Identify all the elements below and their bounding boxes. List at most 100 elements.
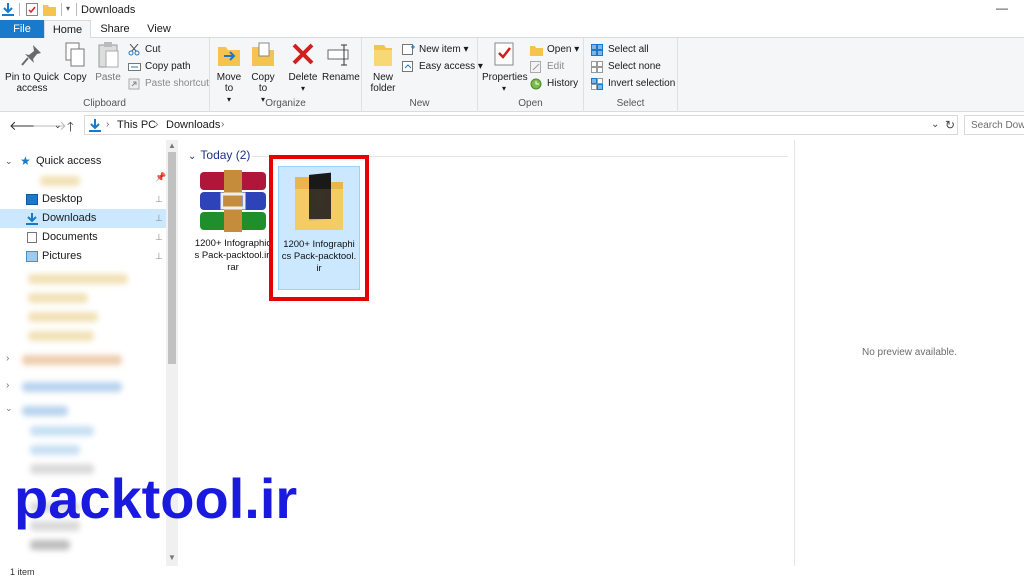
file-item-rar[interactable]: 1200+ Infographics Pack-packtool.ir.rar bbox=[192, 166, 274, 290]
blurred-item bbox=[28, 274, 128, 284]
refresh-icon[interactable]: ↻ bbox=[945, 118, 955, 132]
organize-group-label: Organize bbox=[265, 98, 306, 109]
invert-selection-button[interactable]: Invert selection bbox=[591, 76, 675, 92]
delete-label: Delete bbox=[288, 72, 318, 83]
address-dropdown-icon[interactable]: ⌄ bbox=[931, 119, 939, 130]
winrar-archive-icon bbox=[200, 170, 266, 232]
copy-to-icon bbox=[250, 41, 276, 69]
sidebar-item-desktop[interactable]: Desktop ⊥ bbox=[0, 190, 166, 209]
sidebar-item-downloads[interactable]: Downloads ⊥ bbox=[0, 209, 166, 228]
copy-path-button[interactable]: Copy path bbox=[128, 59, 191, 75]
scissors-icon bbox=[128, 43, 141, 56]
nav-scrollbar-thumb[interactable] bbox=[168, 152, 176, 364]
breadcrumb-this-pc[interactable]: This PC bbox=[117, 119, 156, 131]
pin-icon: ⊥ bbox=[155, 213, 163, 223]
properties-button[interactable]: Properties ▾ bbox=[482, 41, 528, 94]
new-group: New folder New item ▾ Easy access ▾ New bbox=[362, 38, 483, 112]
watermark-text: packtool.ir bbox=[14, 467, 298, 530]
delete-x-icon bbox=[290, 41, 316, 69]
select-none-button[interactable]: Select none bbox=[591, 59, 661, 75]
ribbon: Pin to Quick access Copy Paste Cut Copy … bbox=[0, 38, 1024, 112]
paste-button[interactable]: Paste bbox=[93, 41, 123, 83]
tab-view[interactable]: View bbox=[140, 20, 178, 38]
search-input[interactable] bbox=[965, 116, 1024, 134]
group-header-label: Today (2) bbox=[200, 148, 251, 162]
new-folder-icon[interactable] bbox=[43, 3, 56, 16]
scroll-up-icon[interactable]: ▲ bbox=[168, 141, 176, 150]
chevron-down-icon[interactable]: ⌄ bbox=[188, 151, 196, 162]
tab-share[interactable]: Share bbox=[95, 20, 135, 38]
minimize-button[interactable]: — bbox=[996, 1, 1008, 15]
move-to-label: Move to bbox=[216, 72, 242, 94]
nav-quick-access[interactable]: ⌄ ★ Quick access bbox=[0, 152, 166, 171]
delete-button[interactable]: Delete ▾ bbox=[288, 41, 318, 94]
move-to-button[interactable]: Move to ▾ bbox=[214, 41, 244, 105]
search-box[interactable] bbox=[964, 115, 1024, 135]
pin-to-quick-access-button[interactable]: Pin to Quick access bbox=[4, 41, 60, 94]
scroll-down-icon[interactable]: ▼ bbox=[168, 553, 176, 562]
customize-toolbar-icon[interactable]: ▾ bbox=[66, 4, 70, 13]
breadcrumb-separator[interactable]: › bbox=[221, 119, 224, 130]
easy-access-button[interactable]: Easy access ▾ bbox=[402, 59, 483, 75]
clipboard-group-label: Clipboard bbox=[83, 98, 126, 109]
paste-shortcut-button[interactable]: Paste shortcut bbox=[128, 76, 209, 92]
edit-button[interactable]: Edit bbox=[530, 59, 564, 75]
rename-label: Rename bbox=[322, 72, 360, 83]
title-bar: ▾ Downloads — bbox=[0, 0, 1024, 20]
quick-access-download-icon[interactable] bbox=[2, 3, 14, 16]
history-button[interactable]: History bbox=[530, 76, 578, 92]
pin-label: Pin to Quick access bbox=[5, 72, 59, 94]
paste-shortcut-label: Paste shortcut bbox=[145, 78, 209, 89]
chevron-down-icon[interactable]: ⌄ bbox=[5, 152, 13, 171]
new-folder-button[interactable]: New folder bbox=[366, 41, 400, 94]
paste-label: Paste bbox=[95, 72, 121, 83]
edit-icon bbox=[530, 61, 543, 73]
breadcrumb-downloads[interactable]: Downloads bbox=[166, 119, 220, 131]
breadcrumb-separator[interactable]: › bbox=[155, 119, 158, 130]
recent-locations-button[interactable]: ⌄ bbox=[54, 120, 62, 131]
copy-button[interactable]: Copy bbox=[60, 41, 90, 83]
copy-label: Copy bbox=[63, 72, 87, 83]
select-none-icon bbox=[591, 61, 604, 73]
invert-selection-icon bbox=[591, 78, 604, 90]
blurred-item bbox=[22, 355, 122, 365]
window-title: Downloads bbox=[81, 4, 136, 16]
address-bar[interactable]: › This PC › Downloads › ⌄ ↻ bbox=[84, 115, 958, 135]
copy-path-label: Copy path bbox=[145, 61, 191, 72]
open-icon bbox=[530, 44, 543, 56]
new-group-label: New bbox=[409, 98, 430, 109]
separator bbox=[19, 3, 20, 16]
chevron-right-icon[interactable]: › bbox=[6, 380, 9, 391]
pin-icon bbox=[19, 41, 45, 69]
separator bbox=[76, 3, 77, 16]
chevron-down-icon[interactable]: ⌄ bbox=[5, 403, 13, 414]
sidebar-item-pictures[interactable]: Pictures ⊥ bbox=[0, 247, 166, 266]
sidebar-item-documents[interactable]: Documents ⊥ bbox=[0, 228, 166, 247]
forward-button[interactable]: 🡒 bbox=[32, 118, 67, 134]
select-all-button[interactable]: Select all bbox=[591, 42, 649, 58]
blurred-item bbox=[40, 176, 80, 186]
cut-button[interactable]: Cut bbox=[128, 42, 161, 58]
pin-icon: ⊥ bbox=[155, 194, 163, 204]
up-button[interactable]: 🡑 bbox=[67, 118, 74, 140]
rename-icon bbox=[326, 41, 352, 69]
nav-label: Quick access bbox=[36, 155, 102, 167]
nav-label: Downloads bbox=[42, 212, 97, 224]
breadcrumb-separator[interactable]: › bbox=[106, 119, 109, 130]
copy-to-label: Copy to bbox=[251, 72, 275, 94]
rename-button[interactable]: Rename bbox=[322, 41, 360, 83]
new-item-button[interactable]: New item ▾ bbox=[402, 42, 469, 58]
group-header-today[interactable]: ⌄ Today (2) bbox=[188, 148, 250, 162]
tab-file[interactable]: File bbox=[0, 20, 44, 38]
chevron-right-icon[interactable]: › bbox=[6, 353, 9, 364]
open-button[interactable]: Open ▾ bbox=[530, 42, 579, 58]
copy-to-button[interactable]: Copy to ▾ bbox=[248, 41, 278, 105]
select-group-label: Select bbox=[616, 98, 645, 109]
new-folder-icon bbox=[370, 41, 396, 69]
easy-access-label: Easy access bbox=[419, 61, 476, 72]
pin-icon: ⊥ bbox=[155, 251, 163, 261]
ribbon-tabs: File Home Share View bbox=[0, 20, 1024, 39]
file-name: 1200+ Infographics Pack-packtool.ir.rar bbox=[194, 238, 272, 273]
properties-check-icon[interactable] bbox=[26, 3, 38, 16]
tab-home[interactable]: Home bbox=[44, 20, 91, 39]
